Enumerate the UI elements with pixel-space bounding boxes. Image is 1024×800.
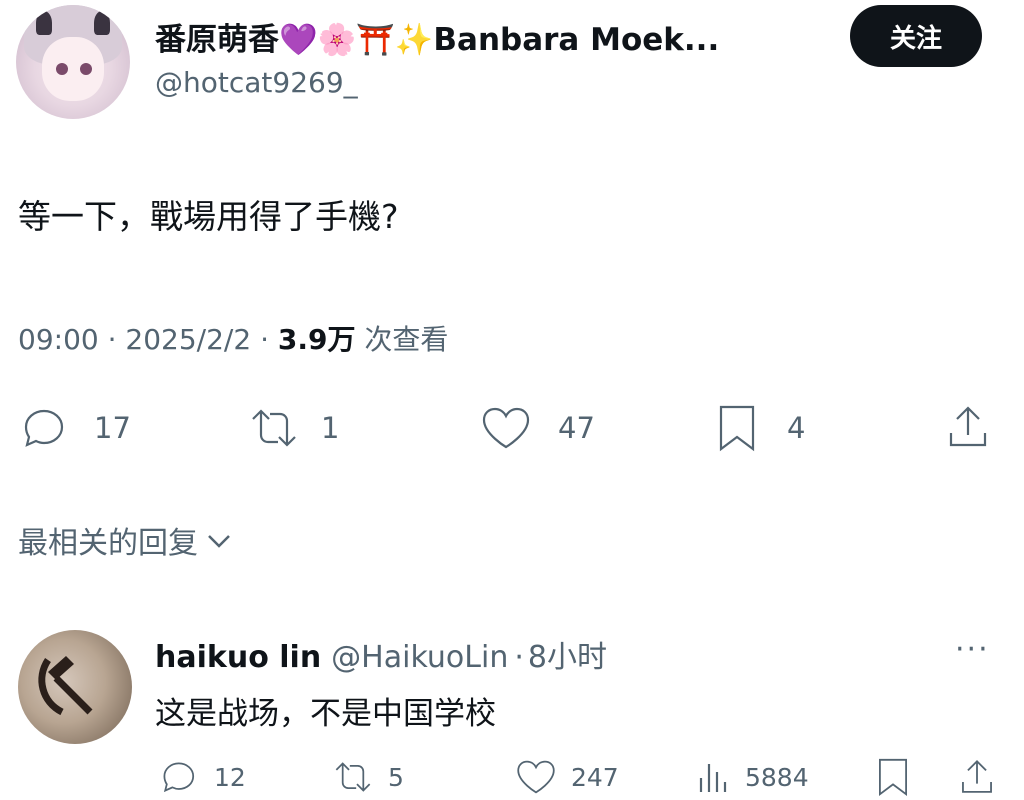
author-display-name[interactable]: 番原萌香💜🌸⛩️✨Banbara Moek... xyxy=(155,14,719,59)
like-icon xyxy=(517,760,555,794)
reply-like-button[interactable]: 247 xyxy=(515,758,619,796)
reply-retweet-button[interactable]: 5 xyxy=(330,758,404,796)
like-icon xyxy=(482,407,530,449)
chevron-down-icon xyxy=(208,535,230,548)
replies-sort-label: 最相关的回复 xyxy=(18,526,198,561)
reply-share-button[interactable] xyxy=(958,756,996,798)
post-text: 等一下，戰場用得了手機? xyxy=(18,197,399,236)
share-icon xyxy=(949,406,987,447)
reply-button[interactable]: 17 xyxy=(18,405,131,451)
like-count: 47 xyxy=(558,411,595,445)
avatar-eye-right xyxy=(80,63,92,75)
views-icon xyxy=(699,764,727,792)
reply-author-handle[interactable]: @HaikuoLin xyxy=(331,640,508,675)
avatar-horn-right xyxy=(94,11,110,35)
reply-retweet-count: 5 xyxy=(388,762,404,792)
follow-button[interactable]: 关注 xyxy=(850,5,982,67)
reply-avatar[interactable] xyxy=(18,630,132,744)
author-handle[interactable]: @hotcat9269_ xyxy=(155,66,358,99)
reply-count: 17 xyxy=(94,411,131,445)
reply-bookmark-button[interactable] xyxy=(875,756,911,798)
avatar-face xyxy=(42,37,104,101)
bookmark-button[interactable]: 4 xyxy=(715,403,805,453)
post-time[interactable]: 09:00 xyxy=(18,323,99,356)
views-count: 3.9万 xyxy=(277,323,356,356)
post-meta: 09:00 · 2025/2/2 · 3.9万 次查看 xyxy=(18,318,448,358)
reply-separator: · xyxy=(514,640,524,675)
post-date[interactable]: 2025/2/2 xyxy=(125,323,251,356)
views-label: 次查看 xyxy=(364,323,449,356)
bookmark-icon xyxy=(879,758,907,796)
reply-reply-button[interactable]: 12 xyxy=(158,758,246,796)
retweet-count: 1 xyxy=(321,411,340,445)
hammer-sickle-icon xyxy=(38,656,93,716)
reply-text: 这是战场，不是中国学校 xyxy=(155,696,496,732)
retweet-icon xyxy=(252,409,296,447)
avatar-eye-left xyxy=(56,63,68,75)
share-button[interactable] xyxy=(945,403,991,451)
bookmark-icon xyxy=(719,405,755,452)
share-icon xyxy=(962,760,992,793)
author-avatar[interactable] xyxy=(16,5,130,119)
retweet-icon xyxy=(335,762,371,792)
like-button[interactable]: 47 xyxy=(480,405,595,451)
reply-views-button[interactable]: 5884 xyxy=(695,758,809,796)
more-icon[interactable]: ··· xyxy=(955,632,990,667)
reply-icon xyxy=(24,409,64,447)
reply-author: haikuo lin @HaikuoLin · 8小时 xyxy=(155,632,607,676)
reply-like-count: 247 xyxy=(571,762,619,792)
replies-sort-dropdown[interactable]: 最相关的回复 xyxy=(18,518,234,562)
reply-author-name[interactable]: haikuo lin xyxy=(155,640,321,675)
retweet-button[interactable]: 1 xyxy=(245,405,339,451)
bookmark-count: 4 xyxy=(787,411,806,445)
reply-reply-count: 12 xyxy=(214,762,246,792)
avatar-horn-left xyxy=(36,11,52,35)
reply-icon xyxy=(163,762,195,793)
reply-views-count: 5884 xyxy=(745,762,809,792)
reply-time[interactable]: 8小时 xyxy=(528,640,607,675)
meta-separator: · xyxy=(260,323,278,356)
meta-separator: · xyxy=(107,323,126,356)
